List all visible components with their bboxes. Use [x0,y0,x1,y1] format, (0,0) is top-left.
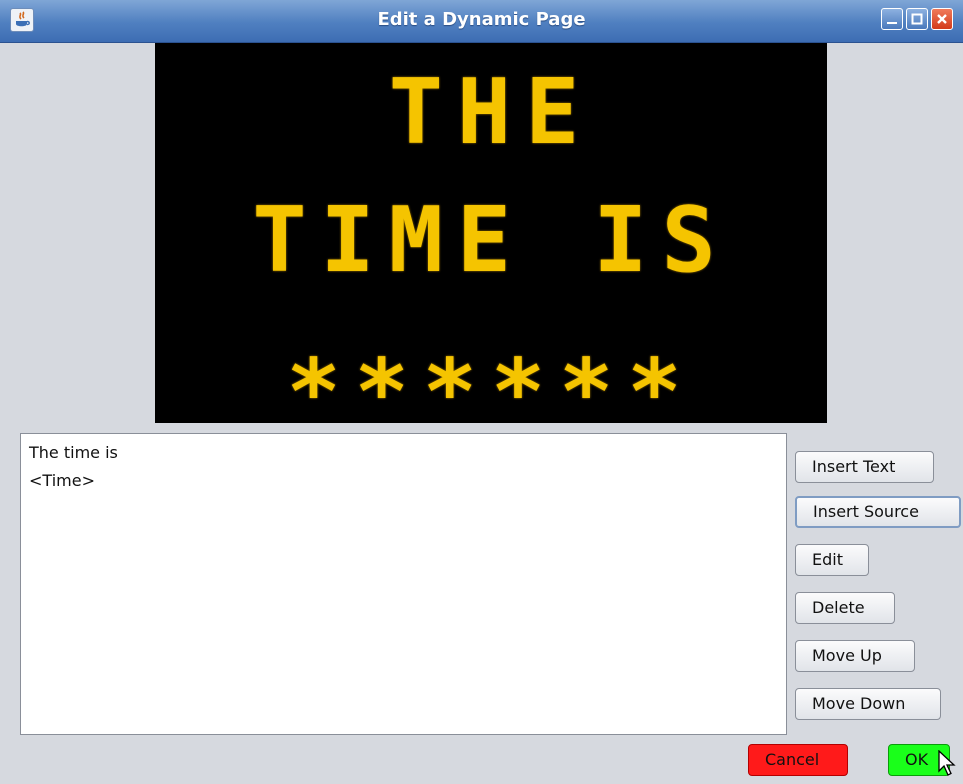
sign-preview: THE TIME IS ****** [155,43,827,443]
maximize-icon[interactable] [906,8,928,30]
move-up-button[interactable]: Move Up [795,640,915,672]
message-list[interactable]: The time is <Time> [20,433,787,735]
preview-line-2: TIME IS [252,188,730,293]
list-item[interactable]: <Time> [29,467,778,495]
edit-button[interactable]: Edit [795,544,869,576]
window-title: Edit a Dynamic Page [377,9,586,30]
edit-dynamic-page-dialog: Edit a Dynamic Page THE TIME IS ****** T… [0,0,963,784]
list-item[interactable]: The time is [29,439,778,467]
preview-line-1: THE [388,60,594,165]
insert-source-button[interactable]: Insert Source [795,496,961,528]
delete-button[interactable]: Delete [795,592,895,624]
minimize-icon[interactable] [881,8,903,30]
cancel-button[interactable]: Cancel [748,744,848,776]
title-bar[interactable]: Edit a Dynamic Page [0,0,963,43]
mouse-cursor-icon [938,750,956,776]
move-down-button[interactable]: Move Down [795,688,941,720]
close-icon[interactable] [931,8,953,30]
preview-line-3: ****** [286,340,696,445]
insert-text-button[interactable]: Insert Text [795,451,934,483]
